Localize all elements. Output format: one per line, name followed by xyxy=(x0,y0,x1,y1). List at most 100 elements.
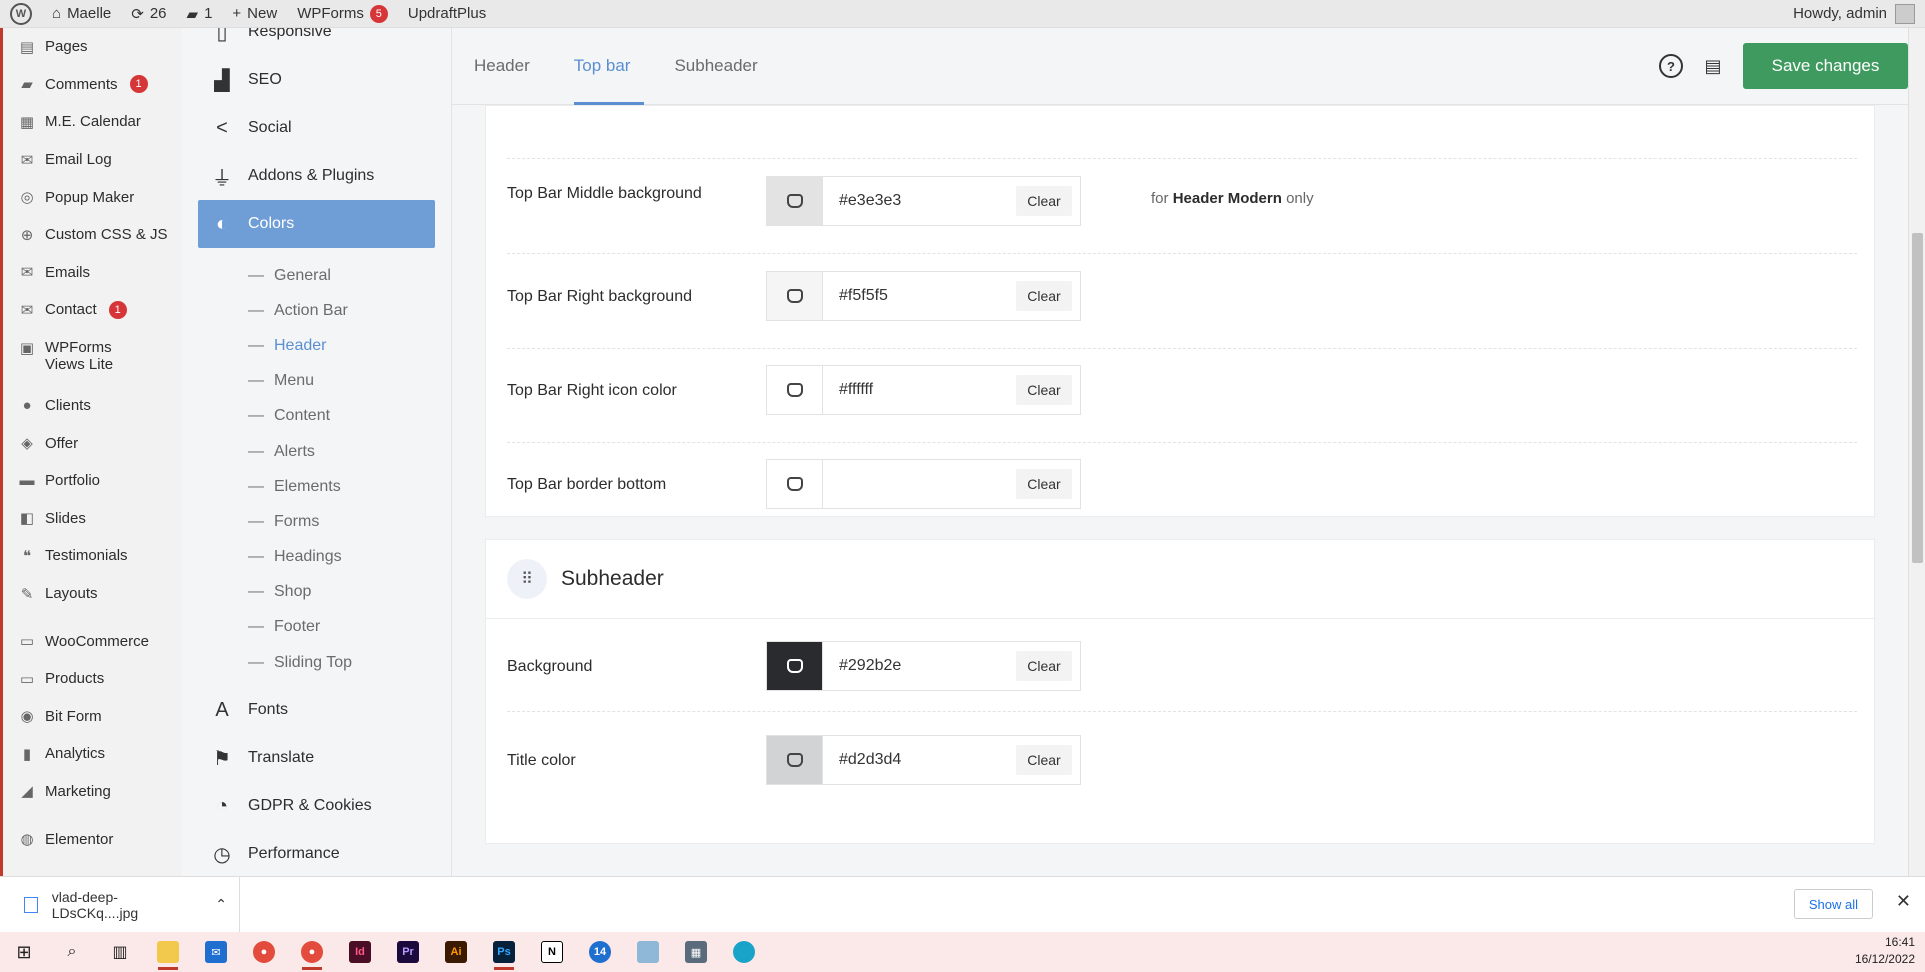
colors-sub-header[interactable]: — Header xyxy=(182,328,451,363)
color-swatch-button[interactable] xyxy=(767,736,823,784)
wp-menu-item-testimonials[interactable]: ❝ Testimonials xyxy=(3,537,182,575)
file-explorer-icon[interactable] xyxy=(144,932,192,972)
color-value-input[interactable]: #292b2e xyxy=(823,657,1016,675)
color-picker[interactable]: #d2d3d4 Clear xyxy=(766,735,1081,785)
color-swatch-button[interactable] xyxy=(767,366,823,414)
account-menu[interactable]: Howdy, admin xyxy=(1793,3,1925,24)
premiere-icon[interactable]: Pr xyxy=(384,932,432,972)
download-item[interactable]: vlad-deep-LDsCKq....jpg ⌃ xyxy=(0,876,240,933)
close-icon[interactable]: ✕ xyxy=(1896,891,1911,912)
task-view-icon[interactable]: ▥ xyxy=(96,932,144,972)
options-nav-social[interactable]: < Social xyxy=(182,104,451,152)
updates-link[interactable]: ⟳ 26 xyxy=(121,0,176,28)
edge-icon[interactable] xyxy=(720,932,768,972)
system-clock[interactable]: 16:41 16/12/2022 xyxy=(1855,934,1915,968)
wp-menu-item-clients[interactable]: ● Clients xyxy=(3,387,182,425)
colors-sub-forms[interactable]: — Forms xyxy=(182,504,451,539)
chrome-active-icon[interactable]: ● xyxy=(288,932,336,972)
site-name-link[interactable]: ⌂ Maelle xyxy=(42,0,121,28)
windows-start-icon[interactable]: ⊞ xyxy=(0,932,48,972)
color-picker[interactable]: #ffffff Clear xyxy=(766,365,1081,415)
color-picker[interactable]: #e3e3e3 Clear xyxy=(766,176,1081,226)
color-picker[interactable]: #f5f5f5 Clear xyxy=(766,271,1081,321)
color-picker[interactable]: Clear xyxy=(766,459,1081,509)
color-value-input[interactable]: #d2d3d4 xyxy=(823,751,1016,769)
messenger-icon[interactable]: 14 xyxy=(576,932,624,972)
wp-menu-item-pages[interactable]: ▤ Pages xyxy=(3,28,182,66)
updraftplus-link[interactable]: UpdraftPlus xyxy=(398,0,496,28)
wp-menu-item-contact[interactable]: ✉ Contact 1 xyxy=(3,291,182,329)
wp-menu-item-m-e-calendar[interactable]: ▦ M.E. Calendar xyxy=(3,103,182,141)
colors-sub-action-bar[interactable]: — Action Bar xyxy=(182,293,451,328)
wp-menu-item-emails[interactable]: ✉ Emails xyxy=(3,254,182,292)
wp-menu-item-portfolio[interactable]: ▬ Portfolio xyxy=(3,462,182,500)
options-nav-colors[interactable]: ◐ Colors xyxy=(198,200,435,248)
app-icon[interactable] xyxy=(624,932,672,972)
options-nav-fonts[interactable]: A Fonts xyxy=(182,686,451,734)
scrollbar-thumb[interactable] xyxy=(1912,233,1923,563)
notes-icon[interactable]: ▤ xyxy=(1701,54,1725,78)
wp-menu-item-layouts[interactable]: ✎ Layouts xyxy=(3,575,182,613)
clear-button[interactable]: Clear xyxy=(1016,469,1072,499)
color-value-input[interactable]: #f5f5f5 xyxy=(823,287,1016,305)
wp-menu-item-bit-form[interactable]: ◉ Bit Form xyxy=(3,698,182,736)
colors-sub-menu[interactable]: — Menu xyxy=(182,364,451,399)
options-nav-translate[interactable]: ⚑ Translate xyxy=(182,734,451,782)
wp-menu-item-comments[interactable]: ▰ Comments 1 xyxy=(3,66,182,104)
show-all-button[interactable]: Show all xyxy=(1793,889,1873,919)
mail-icon[interactable]: ✉ xyxy=(192,932,240,972)
wp-menu-item-wpforms-views-lite[interactable]: ▣ WPForms Views Lite xyxy=(3,329,182,387)
colors-sub-alerts[interactable]: — Alerts xyxy=(182,434,451,469)
tab-top-bar[interactable]: Top bar xyxy=(552,28,653,105)
clear-button[interactable]: Clear xyxy=(1016,281,1072,311)
colors-sub-content[interactable]: — Content xyxy=(182,399,451,434)
new-content-link[interactable]: + New xyxy=(222,0,287,28)
chrome-icon[interactable]: ● xyxy=(240,932,288,972)
page-scrollbar[interactable] xyxy=(1908,28,1925,876)
wp-menu-item-popup-maker[interactable]: ◎ Popup Maker xyxy=(3,178,182,216)
options-nav-responsive[interactable]: ▯ Responsive xyxy=(182,28,451,56)
wp-menu-item-woocommerce[interactable]: ▭ WooCommerce xyxy=(3,622,182,660)
notion-icon[interactable]: N xyxy=(528,932,576,972)
tab-subheader[interactable]: Subheader xyxy=(652,28,779,105)
color-swatch-button[interactable] xyxy=(767,460,823,508)
clear-button[interactable]: Clear xyxy=(1016,745,1072,775)
help-icon[interactable]: ? xyxy=(1659,54,1683,78)
clear-button[interactable]: Clear xyxy=(1016,375,1072,405)
colors-sub-shop[interactable]: — Shop xyxy=(182,575,451,610)
color-value-input[interactable]: #e3e3e3 xyxy=(823,192,1016,210)
tab-header[interactable]: Header xyxy=(452,28,552,105)
save-changes-button[interactable]: Save changes xyxy=(1743,43,1908,89)
wp-menu-item-analytics[interactable]: ▮ Analytics xyxy=(3,735,182,773)
wp-menu-item-elementor[interactable]: ◍ Elementor xyxy=(3,820,182,858)
wp-menu-item-slides[interactable]: ◧ Slides xyxy=(3,500,182,538)
chevron-up-icon[interactable]: ⌃ xyxy=(215,896,227,913)
color-swatch-button[interactable] xyxy=(767,272,823,320)
color-swatch-button[interactable] xyxy=(767,642,823,690)
color-value-input[interactable]: #ffffff xyxy=(823,381,1016,399)
color-picker[interactable]: #292b2e Clear xyxy=(766,641,1081,691)
search-icon[interactable]: ⌕ xyxy=(48,932,96,972)
clear-button[interactable]: Clear xyxy=(1016,651,1072,681)
wp-menu-item-email-log[interactable]: ✉ Email Log xyxy=(3,141,182,179)
wp-logo-menu[interactable]: W xyxy=(0,0,42,28)
wp-menu-item-custom-css-js[interactable]: ⊕ Custom CSS & JS xyxy=(3,216,182,254)
calculator-icon[interactable]: ▦ xyxy=(672,932,720,972)
colors-sub-elements[interactable]: — Elements xyxy=(182,469,451,504)
colors-sub-sliding-top[interactable]: — Sliding Top xyxy=(182,645,451,680)
colors-sub-headings[interactable]: — Headings xyxy=(182,540,451,575)
colors-sub-footer[interactable]: — Footer xyxy=(182,610,451,645)
wp-menu-item-products[interactable]: ▭ Products xyxy=(3,660,182,698)
photoshop-icon[interactable]: Ps xyxy=(480,932,528,972)
comments-link[interactable]: ▰ 1 xyxy=(177,0,223,28)
illustrator-icon[interactable]: Ai xyxy=(432,932,480,972)
color-swatch-button[interactable] xyxy=(767,177,823,225)
indesign-icon[interactable]: Id xyxy=(336,932,384,972)
options-nav-addons-plugins[interactable]: ⏚ Addons & Plugins xyxy=(182,152,451,200)
wpforms-link[interactable]: WPForms 5 xyxy=(287,0,398,28)
wp-menu-item-marketing[interactable]: ◢ Marketing xyxy=(3,773,182,811)
colors-sub-general[interactable]: — General xyxy=(182,258,451,293)
options-nav-seo[interactable]: ▟ SEO xyxy=(182,56,451,104)
options-nav-gdpr-cookies[interactable]: ◔ GDPR & Cookies xyxy=(182,782,451,830)
wp-menu-item-offer[interactable]: ◈ Offer xyxy=(3,424,182,462)
